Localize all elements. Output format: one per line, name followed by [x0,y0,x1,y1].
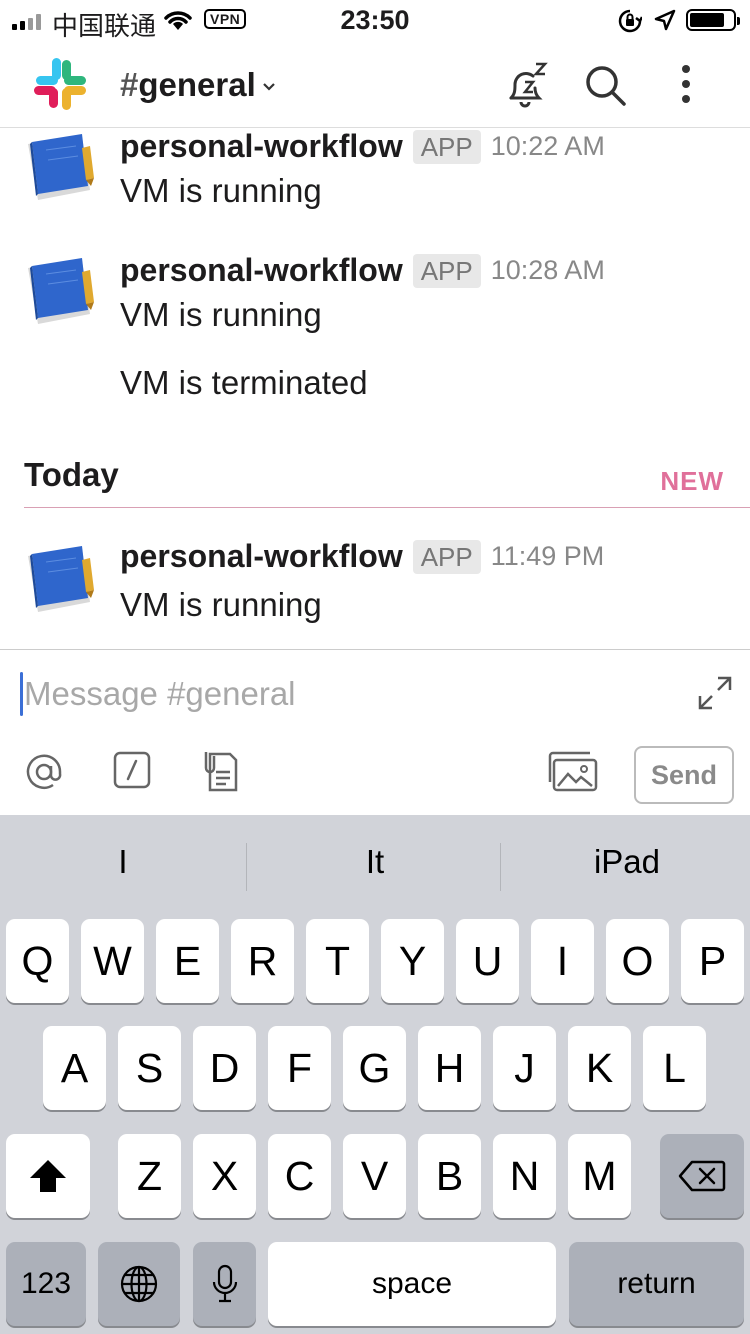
location-icon [654,9,676,31]
photo-icon[interactable] [548,750,600,794]
delete-key[interactable] [660,1134,744,1218]
message-text: VM is terminated [120,364,368,401]
key-k[interactable]: K [568,1026,631,1110]
key-t[interactable]: T [306,919,369,1003]
app-avatar-icon[interactable] [24,254,98,328]
app-avatar-icon[interactable] [24,542,98,616]
key-j[interactable]: J [493,1026,556,1110]
dictation-key[interactable] [193,1242,256,1326]
search-icon[interactable] [584,64,628,108]
status-bar: 中国联通 VPN 23:50 [0,0,750,41]
channel-hash: # [120,66,139,103]
app-avatar-icon[interactable] [24,130,98,204]
expand-icon[interactable] [696,674,734,712]
send-button[interactable]: Send [634,746,734,804]
key-u[interactable]: U [456,919,519,1003]
vpn-badge: VPN [204,9,247,29]
rotation-lock-icon [618,9,642,33]
message-header: personal-workflow APP 11:49 PM [120,538,604,575]
channel-header: # general [0,40,750,128]
backspace-icon [678,1160,726,1192]
message-composer: Send [0,649,750,815]
globe-icon [120,1265,158,1303]
message-list[interactable]: personal-workflow APP 10:22 AM VM is run… [0,128,750,649]
sender-name[interactable]: personal-workflow [120,252,403,289]
key-l[interactable]: L [643,1026,706,1110]
key-m[interactable]: M [568,1134,631,1218]
day-label: Today [24,456,119,493]
suggestion-divider [246,843,247,891]
key-p[interactable]: P [681,919,744,1003]
channel-title[interactable]: # general [120,66,276,104]
key-y[interactable]: Y [381,919,444,1003]
app-badge: APP [412,129,481,164]
key-b[interactable]: B [418,1134,481,1218]
suggestion[interactable]: iPad [504,843,750,881]
carrier-name: 中国联通 [52,11,157,41]
channel-name: general [138,66,256,103]
key-v[interactable]: V [343,1134,406,1218]
sender-name[interactable]: personal-workflow [120,128,403,165]
chevron-down-icon [262,83,275,91]
key-d[interactable]: D [193,1026,256,1110]
suggestion-divider [500,843,501,891]
key-a[interactable]: A [43,1026,106,1110]
battery-icon [686,9,740,31]
message-header: personal-workflow APP 10:28 AM [120,252,605,289]
key-c[interactable]: C [268,1134,331,1218]
key-o[interactable]: O [606,919,669,1003]
message-text: VM is running [120,296,322,333]
suggestion[interactable]: It [252,843,498,881]
message-text: VM is running [120,172,322,209]
key-r[interactable]: R [231,919,294,1003]
key-h[interactable]: H [418,1026,481,1110]
new-messages-label: NEW [660,466,724,496]
return-key[interactable]: return [569,1242,744,1326]
key-w[interactable]: W [81,919,144,1003]
app-badge: APP [412,253,481,288]
message-timestamp: 10:28 AM [490,255,605,285]
slack-logo-icon[interactable] [32,56,88,112]
space-key[interactable]: space [268,1242,556,1326]
message-text: VM is running [120,586,322,623]
shift-key[interactable] [6,1134,90,1218]
key-f[interactable]: F [268,1026,331,1110]
slash-command-icon[interactable] [112,750,152,790]
app-badge: APP [412,539,481,574]
microphone-icon [212,1264,237,1303]
wifi-icon [164,11,192,30]
key-g[interactable]: G [343,1026,406,1110]
message-header: personal-workflow APP 10:22 AM [120,128,605,165]
key-s[interactable]: S [118,1026,181,1110]
key-x[interactable]: X [193,1134,256,1218]
key-i[interactable]: I [531,919,594,1003]
more-vertical-icon[interactable] [676,64,696,104]
globe-key[interactable] [98,1242,180,1326]
cellular-signal-icon [12,12,41,30]
message-input[interactable] [24,670,664,718]
text-cursor [20,672,23,716]
message-timestamp: 11:49 PM [490,541,605,571]
day-divider: Today NEW [24,456,750,508]
snooze-bell-icon[interactable] [503,60,551,108]
predictive-bar: I It iPad [0,815,750,915]
key-q[interactable]: Q [6,919,69,1003]
key-n[interactable]: N [493,1134,556,1218]
suggestion[interactable]: I [0,843,246,881]
attach-file-icon[interactable] [200,750,240,794]
key-z[interactable]: Z [118,1134,181,1218]
numbers-key[interactable]: 123 [6,1242,86,1326]
message-timestamp: 10:22 AM [490,131,605,161]
sender-name[interactable]: personal-workflow [120,538,403,575]
shift-icon [30,1160,66,1192]
at-icon[interactable] [22,750,66,794]
key-e[interactable]: E [156,919,219,1003]
keyboard: I It iPad Q W E R T Y U I O P A S D F G … [0,815,750,1334]
